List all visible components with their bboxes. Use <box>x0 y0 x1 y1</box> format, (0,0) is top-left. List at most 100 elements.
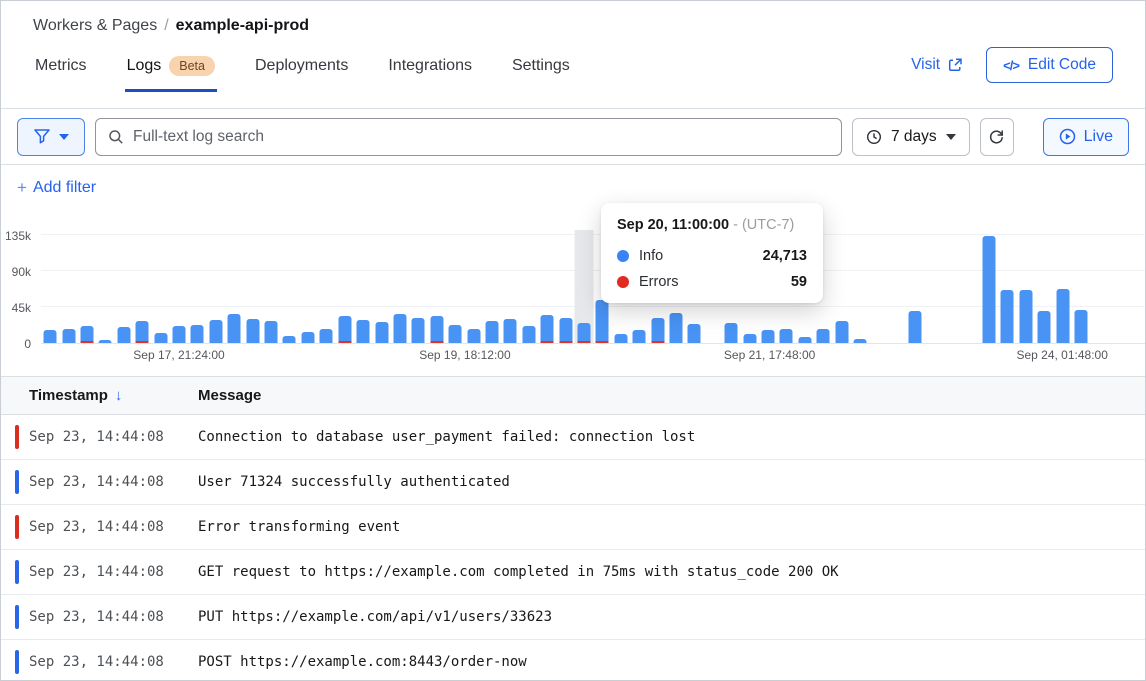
chart-bar-slot[interactable] <box>869 231 887 343</box>
message-column-header: Message <box>198 387 1145 404</box>
errors-dot-icon <box>617 276 629 288</box>
chart-bar-slot[interactable] <box>151 231 169 343</box>
filter-dropdown-button[interactable] <box>17 118 85 156</box>
chart-bar-slot[interactable] <box>115 231 133 343</box>
table-row[interactable]: Sep 23, 14:44:08Error transforming event <box>1 505 1145 550</box>
chart-bar-slot[interactable] <box>998 231 1016 343</box>
chart-bar-slot[interactable] <box>888 231 906 343</box>
chart-bar-slot[interactable] <box>446 231 464 343</box>
log-count-bar <box>209 320 222 343</box>
chart-bar-slot[interactable] <box>170 231 188 343</box>
time-range-dropdown[interactable]: 7 days <box>852 118 970 156</box>
chart-bar-slot[interactable] <box>354 231 372 343</box>
log-count-bar <box>835 321 848 343</box>
chart-bar-slot[interactable] <box>225 231 243 343</box>
table-row[interactable]: Sep 23, 14:44:08POST https://example.com… <box>1 640 1145 681</box>
y-tick-label: 90k <box>12 265 31 279</box>
refresh-icon <box>988 128 1005 145</box>
visit-link[interactable]: Visit <box>911 56 962 74</box>
chart-bar-slot[interactable] <box>207 231 225 343</box>
table-row[interactable]: Sep 23, 14:44:08Connection to database u… <box>1 415 1145 460</box>
chart-bar-slot[interactable] <box>1090 231 1108 343</box>
timestamp-header-label: Timestamp <box>29 387 108 404</box>
tab-logs[interactable]: LogsBeta <box>125 46 217 92</box>
log-count-bar <box>780 329 793 343</box>
log-count-bar <box>762 330 775 343</box>
app-root: Workers & Pages/example-api-prod Metrics… <box>0 0 1146 681</box>
chart-bar-slot[interactable] <box>409 231 427 343</box>
chart-bar-slot[interactable] <box>280 231 298 343</box>
log-count-bar <box>44 330 57 343</box>
chart-bar-slot[interactable] <box>188 231 206 343</box>
chart-bar-slot[interactable] <box>925 231 943 343</box>
chart-bar-slot[interactable] <box>336 231 354 343</box>
log-count-bar <box>228 314 241 343</box>
chart-bar-slot[interactable] <box>1109 231 1127 343</box>
x-tick-label: Sep 21, 17:48:00 <box>724 348 815 362</box>
tab-integrations[interactable]: Integrations <box>386 46 474 92</box>
chart-bar-slot[interactable] <box>317 231 335 343</box>
chart-bar-slot[interactable] <box>96 231 114 343</box>
chart-bar-slot[interactable] <box>501 231 519 343</box>
x-tick-label: Sep 19, 18:12:00 <box>419 348 510 362</box>
timestamp-column-header[interactable]: Timestamp ↓ <box>1 387 198 404</box>
log-count-bar <box>136 321 149 343</box>
log-timestamp: Sep 23, 14:44:08 <box>19 429 198 445</box>
search-input[interactable] <box>133 128 829 146</box>
chart-bar-slot[interactable] <box>41 231 59 343</box>
chart-bar-slot[interactable] <box>520 231 538 343</box>
chart-bar-slot[interactable] <box>372 231 390 343</box>
chart-bar-slot[interactable] <box>299 231 317 343</box>
y-tick-label: 45k <box>12 301 31 315</box>
log-count-bar <box>1019 290 1032 343</box>
chart-bar-slot[interactable] <box>961 231 979 343</box>
breadcrumb-section[interactable]: Workers & Pages <box>33 17 157 34</box>
chart-bar-slot[interactable] <box>133 231 151 343</box>
log-count-bar <box>357 320 370 343</box>
chart-bar-slot[interactable] <box>243 231 261 343</box>
chart-bar-slot[interactable] <box>1127 231 1145 343</box>
chart-bar-slot[interactable] <box>59 231 77 343</box>
refresh-button[interactable] <box>980 118 1014 156</box>
chart-bar-slot[interactable] <box>1017 231 1035 343</box>
add-filter-row: + Add filter <box>1 165 1145 211</box>
table-row[interactable]: Sep 23, 14:44:08GET request to https://e… <box>1 550 1145 595</box>
log-count-bar <box>412 318 425 343</box>
log-count-bar <box>854 339 867 343</box>
chart-bar-slot[interactable] <box>906 231 924 343</box>
chart-bar-slot[interactable] <box>428 231 446 343</box>
log-count-bar <box>246 319 259 343</box>
chart-bar-slot[interactable] <box>556 231 574 343</box>
table-row[interactable]: Sep 23, 14:44:08User 71324 successfully … <box>1 460 1145 505</box>
chart-bar-slot[interactable] <box>538 231 556 343</box>
chart-bar-slot[interactable] <box>980 231 998 343</box>
log-table-header: Timestamp ↓ Message <box>1 377 1145 415</box>
chart-bar-slot[interactable] <box>851 231 869 343</box>
table-row[interactable]: Sep 23, 14:44:08PUT https://example.com/… <box>1 595 1145 640</box>
chart-bar-slot[interactable] <box>262 231 280 343</box>
chart-bar-slot[interactable] <box>464 231 482 343</box>
tooltip-time: Sep 20, 11:00:00 <box>617 217 729 233</box>
edit-code-button[interactable]: </> Edit Code <box>986 47 1113 83</box>
chart-bar-slot[interactable] <box>391 231 409 343</box>
chart-bar-slot[interactable] <box>483 231 501 343</box>
log-count-bar <box>982 236 995 343</box>
tab-deployments[interactable]: Deployments <box>253 46 350 92</box>
chart-y-axis: 045k90k135k <box>1 231 35 344</box>
visit-label: Visit <box>911 56 940 74</box>
tab-metrics[interactable]: Metrics <box>33 46 89 92</box>
chart-bar-slot[interactable] <box>1035 231 1053 343</box>
chart-bar-slot[interactable] <box>575 231 593 343</box>
live-button[interactable]: Live <box>1043 118 1129 156</box>
chart-bar-slot[interactable] <box>832 231 850 343</box>
tab-label: Settings <box>512 57 570 75</box>
chart-bar-slot[interactable] <box>1053 231 1071 343</box>
tab-settings[interactable]: Settings <box>510 46 572 92</box>
chart-bar-slot[interactable] <box>78 231 96 343</box>
add-filter-button[interactable]: + Add filter <box>17 178 96 198</box>
plus-icon: + <box>17 178 27 198</box>
chart-bar-slot[interactable] <box>1072 231 1090 343</box>
chart-bar-slot[interactable] <box>943 231 961 343</box>
sort-descending-icon: ↓ <box>115 387 123 404</box>
log-timestamp: Sep 23, 14:44:08 <box>19 474 198 490</box>
